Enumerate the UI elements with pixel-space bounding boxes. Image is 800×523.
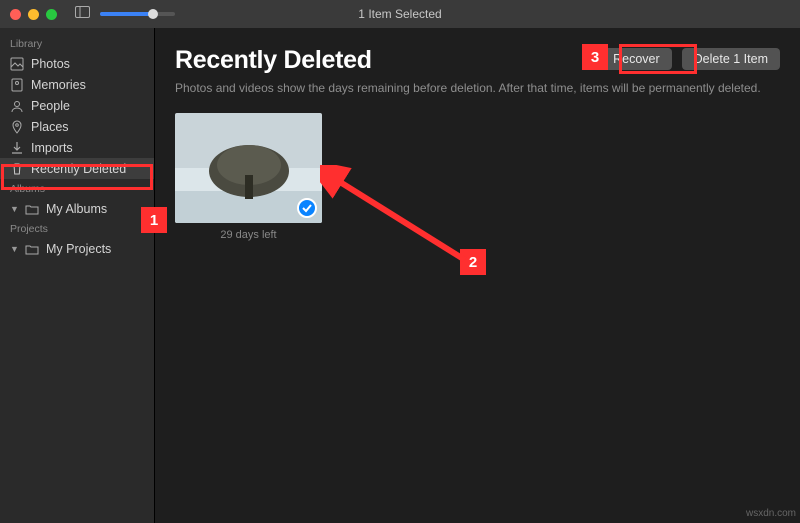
sidebar-item-label: Photos	[31, 57, 70, 71]
days-left-label: 29 days left	[175, 229, 322, 241]
sidebar-item-label: Imports	[31, 141, 73, 155]
disclosure-triangle-icon[interactable]: ▼	[10, 244, 18, 254]
thumbnail-size-slider[interactable]	[100, 12, 175, 16]
delete-button[interactable]: Delete 1 Item	[682, 48, 780, 70]
page-subtitle: Photos and videos show the days remainin…	[175, 81, 780, 95]
people-icon	[10, 99, 24, 113]
memories-icon	[10, 78, 24, 92]
window-title: 1 Item Selected	[358, 7, 441, 21]
sidebar-item-my-projects[interactable]: ▼ My Projects	[0, 238, 154, 259]
page-title: Recently Deleted	[175, 46, 372, 75]
trash-icon	[10, 162, 24, 176]
content-area: Recently Deleted Recover Delete 1 Item P…	[155, 28, 800, 523]
window-titlebar: 1 Item Selected	[0, 0, 800, 28]
annotation-callout-2: 2	[460, 249, 486, 275]
sidebar-item-label: Memories	[31, 78, 86, 92]
sidebar-item-people[interactable]: People	[0, 95, 154, 116]
section-label-library: Library	[0, 34, 154, 53]
sidebar-item-places[interactable]: Places	[0, 116, 154, 137]
folder-icon	[25, 242, 39, 256]
section-label-albums: Albums	[0, 179, 154, 198]
sidebar-item-memories[interactable]: Memories	[0, 74, 154, 95]
sidebar-item-recently-deleted[interactable]: Recently Deleted	[0, 158, 154, 179]
fullscreen-window-button[interactable]	[46, 9, 57, 20]
sidebar-toggle-icon[interactable]	[75, 5, 90, 23]
sidebar-item-imports[interactable]: Imports	[0, 137, 154, 158]
imports-icon	[10, 141, 24, 155]
selection-checkmark-icon	[297, 198, 317, 218]
window-controls	[10, 9, 57, 20]
photo-thumbnail[interactable]	[175, 113, 322, 223]
annotation-callout-3: 3	[582, 44, 608, 70]
photos-icon	[10, 57, 24, 71]
minimize-window-button[interactable]	[28, 9, 39, 20]
sidebar: Library Photos Memories People Places Im…	[0, 28, 155, 523]
sidebar-item-photos[interactable]: Photos	[0, 53, 154, 74]
sidebar-item-my-albums[interactable]: ▼ My Albums	[0, 198, 154, 219]
photo-item[interactable]: 29 days left	[175, 113, 322, 241]
annotation-callout-1: 1	[141, 207, 167, 233]
disclosure-triangle-icon[interactable]: ▼	[10, 204, 18, 214]
sidebar-item-label: People	[31, 99, 70, 113]
recover-button[interactable]: Recover	[601, 48, 672, 70]
folder-icon	[25, 202, 39, 216]
sidebar-item-label: My Projects	[46, 242, 111, 256]
watermark: wsxdn.com	[746, 508, 796, 519]
sidebar-item-label: Places	[31, 120, 69, 134]
close-window-button[interactable]	[10, 9, 21, 20]
sidebar-item-label: Recently Deleted	[31, 162, 126, 176]
places-icon	[10, 120, 24, 134]
sidebar-item-label: My Albums	[46, 202, 107, 216]
section-label-projects: Projects	[0, 219, 154, 238]
